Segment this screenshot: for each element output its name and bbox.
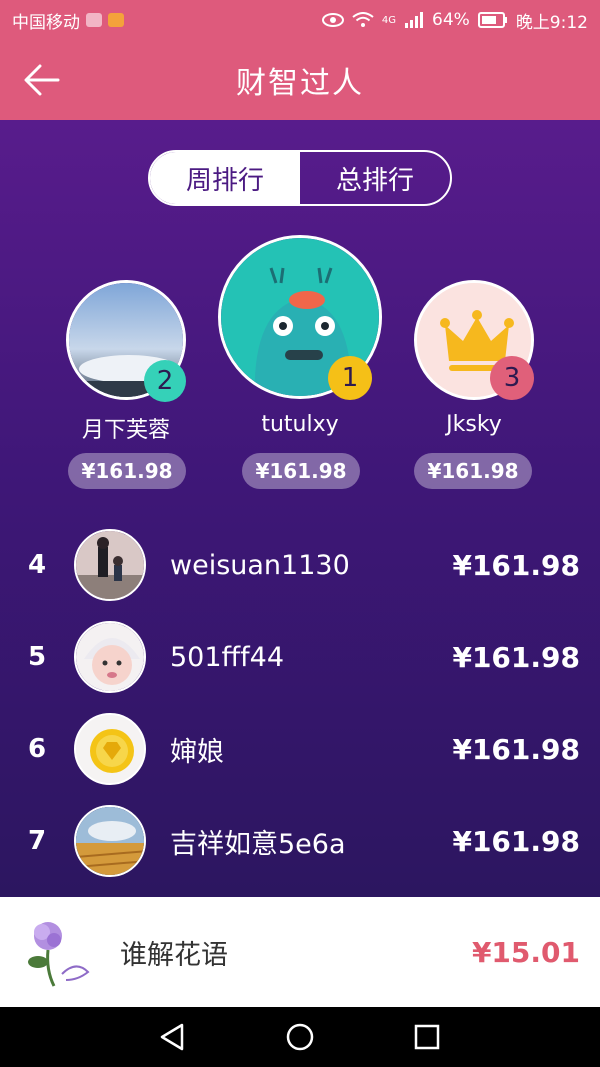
leaderboard-panel: 周排行 总排行 2 月下芙蓉 ¥161.98 1 tutulxy ¥161.98	[0, 120, 600, 897]
podium-2-amount: ¥161.98	[68, 453, 186, 489]
my-name: 谁解花语	[120, 939, 228, 971]
podium-3-rank-badge: 3	[490, 356, 534, 400]
my-rank-bar[interactable]: 谁解花语 ¥15.01	[0, 897, 600, 1007]
circle-home-icon	[286, 1023, 314, 1051]
list-name: 501fff44	[170, 641, 284, 673]
tab-overall[interactable]: 总排行	[300, 152, 450, 204]
list-rank: 6	[27, 734, 47, 764]
avatar	[74, 529, 146, 601]
avatar	[74, 621, 146, 693]
nav-recents-button[interactable]	[402, 1012, 452, 1062]
avatar	[18, 910, 102, 994]
list-rank: 5	[27, 642, 47, 672]
page-title: 财智过人	[236, 66, 364, 101]
app-bar: 财智过人	[0, 40, 600, 120]
nav-back-button[interactable]	[148, 1012, 198, 1062]
back-button[interactable]	[20, 58, 64, 102]
eye-icon	[321, 13, 344, 27]
weibo-icon	[108, 13, 124, 27]
network-type: 4G	[381, 14, 397, 26]
diamond-coin-icon	[76, 715, 144, 783]
list-name: weisuan1130	[170, 549, 350, 581]
system-nav-bar	[0, 1007, 600, 1067]
my-amount: ¥15.01	[471, 935, 580, 969]
rose-icon	[18, 910, 102, 994]
status-bar: 中国移动 4G 64% 晚上9:12	[0, 0, 600, 40]
podium-1-name: tutulxy	[261, 412, 339, 437]
sms-icon	[86, 13, 102, 27]
battery-icon	[477, 12, 508, 28]
podium-2-name: 月下芙蓉	[81, 418, 170, 443]
battery-percent: 64%	[432, 10, 470, 30]
podium-3-amount: ¥161.98	[414, 453, 532, 489]
list-item[interactable]: 5 501fff44 ¥161.98	[0, 612, 600, 702]
tab-weekly[interactable]: 周排行	[150, 152, 300, 204]
list-item[interactable]: 6 婶娘 ¥161.98	[0, 704, 600, 794]
carrier-label: 中国移动	[12, 12, 80, 33]
list-amount: ¥161.98	[452, 640, 580, 674]
podium-2-rank-badge: 2	[144, 360, 186, 402]
signal-icon	[404, 12, 424, 28]
arrow-left-icon	[24, 64, 60, 96]
list-name: 吉祥如意5e6a	[170, 828, 346, 860]
list-rank: 7	[27, 826, 47, 856]
wifi-icon	[352, 12, 374, 28]
podium-3-name: Jksky	[446, 412, 502, 437]
list-amount: ¥161.98	[452, 548, 580, 582]
list-name: 婶娘	[170, 736, 224, 768]
list-item[interactable]: 7 吉祥如意5e6a ¥161.98	[0, 796, 600, 886]
nav-home-button[interactable]	[275, 1012, 325, 1062]
square-recents-icon	[414, 1024, 439, 1050]
triangle-back-icon	[161, 1023, 184, 1051]
avatar	[74, 805, 146, 877]
list-rank: 4	[27, 550, 47, 580]
avatar	[74, 713, 146, 785]
podium-1-rank-badge: 1	[328, 356, 372, 400]
list-item[interactable]: 4 weisuan1130 ¥161.98	[0, 520, 600, 610]
list-amount: ¥161.98	[452, 824, 580, 858]
clock: 晚上9:12	[515, 12, 588, 33]
podium-1-amount: ¥161.98	[242, 453, 360, 489]
list-amount: ¥161.98	[452, 732, 580, 766]
rank-tabs: 周排行 总排行	[148, 150, 452, 206]
